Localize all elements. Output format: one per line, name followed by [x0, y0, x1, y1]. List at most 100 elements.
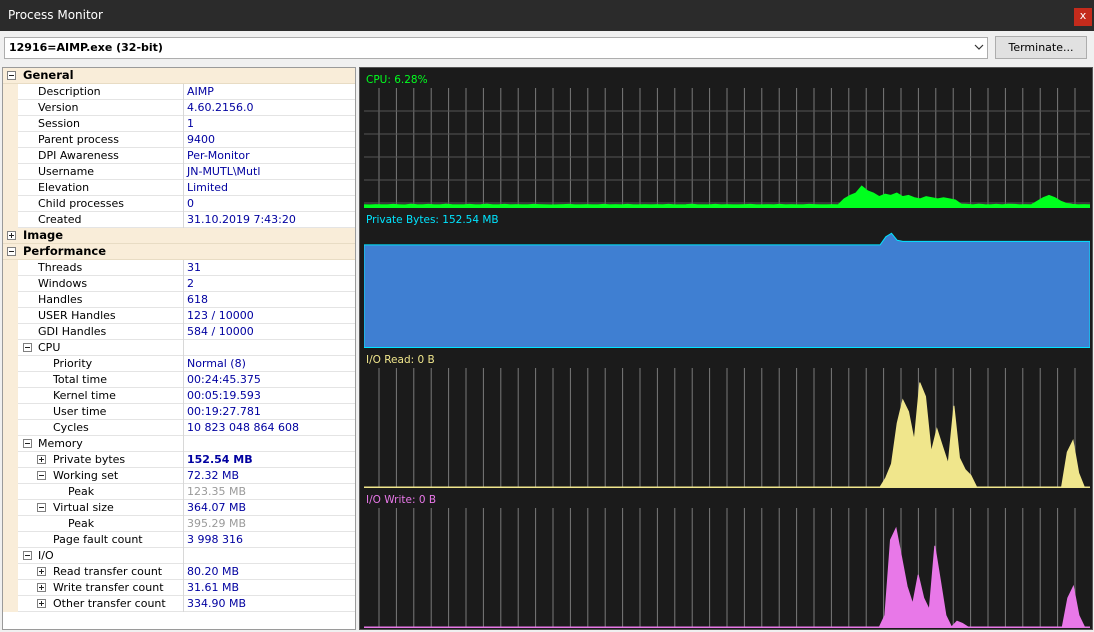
graph-plot [364, 232, 1090, 348]
collapse-icon[interactable] [7, 247, 16, 256]
close-button[interactable]: x [1074, 8, 1092, 26]
property-row[interactable]: Created 31.10.2019 7:43:20 [3, 212, 355, 228]
property-row[interactable]: Page fault count 3 998 316 [3, 532, 355, 548]
column-divider [183, 148, 184, 164]
graphs-panel: CPU: 6.28% Private Bytes: 152.54 MB I/O Re… [359, 67, 1093, 630]
property-row[interactable]: Working set 72.32 MB [3, 468, 355, 484]
property-value: Normal (8) [187, 357, 246, 370]
process-selector[interactable]: 12916=AIMP.exe (32-bit) [4, 37, 988, 59]
property-value: 00:05:19.593 [187, 389, 261, 402]
property-row[interactable]: Read transfer count 80.20 MB [3, 564, 355, 580]
row-gutter [3, 468, 18, 484]
graph-title: Private Bytes: 152.54 MB [366, 214, 499, 226]
graph-panel-3: I/O Write: 0 B [364, 491, 1090, 628]
property-label: Private bytes [53, 453, 126, 466]
property-label: I/O [38, 549, 54, 562]
property-value: 0 [187, 197, 194, 210]
chevron-down-icon [974, 44, 984, 50]
property-row[interactable]: DPI Awareness Per-Monitor [3, 148, 355, 164]
property-label: Handles [38, 293, 83, 306]
row-gutter [3, 356, 18, 372]
property-row[interactable]: Description AIMP [3, 84, 355, 100]
collapse-icon[interactable] [37, 503, 46, 512]
property-value: 72.32 MB [187, 469, 240, 482]
property-row[interactable]: Username JN-MUTL\Mutl [3, 164, 355, 180]
title-bar: Process Monitor x [0, 0, 1094, 31]
category-image[interactable]: Image [3, 228, 355, 244]
property-value: Per-Monitor [187, 149, 250, 162]
property-label: Working set [53, 469, 119, 482]
category-performance[interactable]: Performance [3, 244, 355, 260]
property-label: Created [38, 213, 82, 226]
property-row[interactable]: Memory [3, 436, 355, 452]
row-gutter [3, 324, 18, 340]
column-divider [183, 548, 184, 564]
property-label: GDI Handles [38, 325, 107, 338]
property-row[interactable]: Kernel time 00:05:19.593 [3, 388, 355, 404]
property-value: 80.20 MB [187, 565, 240, 578]
property-label: CPU [38, 341, 61, 354]
property-row[interactable]: USER Handles 123 / 10000 [3, 308, 355, 324]
series-area [364, 232, 1090, 348]
column-divider [183, 196, 184, 212]
property-row[interactable]: Peak 395.29 MB [3, 516, 355, 532]
property-row[interactable]: Parent process 9400 [3, 132, 355, 148]
property-row[interactable]: Write transfer count 31.61 MB [3, 580, 355, 596]
property-row[interactable]: Windows 2 [3, 276, 355, 292]
property-row[interactable]: Elevation Limited [3, 180, 355, 196]
property-row[interactable]: CPU [3, 340, 355, 356]
property-row[interactable]: Threads 31 [3, 260, 355, 276]
terminate-button[interactable]: Terminate... [995, 36, 1087, 59]
row-gutter [3, 116, 18, 132]
category-general[interactable]: General [3, 68, 355, 84]
column-divider [183, 580, 184, 596]
property-row[interactable]: Handles 618 [3, 292, 355, 308]
row-gutter [3, 580, 18, 596]
property-tree: General Description AIMP Version 4.60.2156.0… [2, 67, 356, 630]
category-label: Image [23, 228, 64, 242]
property-value: 152.54 MB [187, 453, 253, 466]
expand-icon[interactable] [37, 455, 46, 464]
expand-icon[interactable] [37, 599, 46, 608]
property-label: Kernel time [53, 389, 116, 402]
property-row[interactable]: User time 00:19:27.781 [3, 404, 355, 420]
collapse-icon[interactable] [23, 551, 32, 560]
property-value: Limited [187, 181, 229, 194]
collapse-icon[interactable] [23, 439, 32, 448]
property-row[interactable]: Peak 123.35 MB [3, 484, 355, 500]
expand-icon[interactable] [37, 583, 46, 592]
expand-icon[interactable] [37, 567, 46, 576]
collapse-icon[interactable] [37, 471, 46, 480]
column-divider [183, 468, 184, 484]
property-label: Username [38, 165, 95, 178]
property-label: Peak [68, 485, 95, 498]
column-divider [183, 484, 184, 500]
property-row[interactable]: Other transfer count 334.90 MB [3, 596, 355, 612]
column-divider [183, 516, 184, 532]
collapse-icon[interactable] [23, 343, 32, 352]
property-row[interactable]: GDI Handles 584 / 10000 [3, 324, 355, 340]
property-row[interactable]: Priority Normal (8) [3, 356, 355, 372]
row-gutter [3, 372, 18, 388]
property-row[interactable]: Private bytes 152.54 MB [3, 452, 355, 468]
row-gutter [3, 132, 18, 148]
property-row[interactable]: I/O [3, 548, 355, 564]
row-gutter [3, 596, 18, 612]
property-row[interactable]: Version 4.60.2156.0 [3, 100, 355, 116]
property-row[interactable]: Virtual size 364.07 MB [3, 500, 355, 516]
property-row[interactable]: Child processes 0 [3, 196, 355, 212]
column-divider [183, 564, 184, 580]
row-gutter [3, 148, 18, 164]
column-divider [183, 340, 184, 356]
graph-plot [364, 508, 1090, 628]
row-gutter [3, 532, 18, 548]
row-gutter [3, 404, 18, 420]
row-gutter [3, 292, 18, 308]
collapse-icon[interactable] [7, 71, 16, 80]
property-row[interactable]: Cycles 10 823 048 864 608 [3, 420, 355, 436]
row-gutter [3, 388, 18, 404]
expand-icon[interactable] [7, 231, 16, 240]
property-row[interactable]: Session 1 [3, 116, 355, 132]
column-divider [183, 132, 184, 148]
property-row[interactable]: Total time 00:24:45.375 [3, 372, 355, 388]
